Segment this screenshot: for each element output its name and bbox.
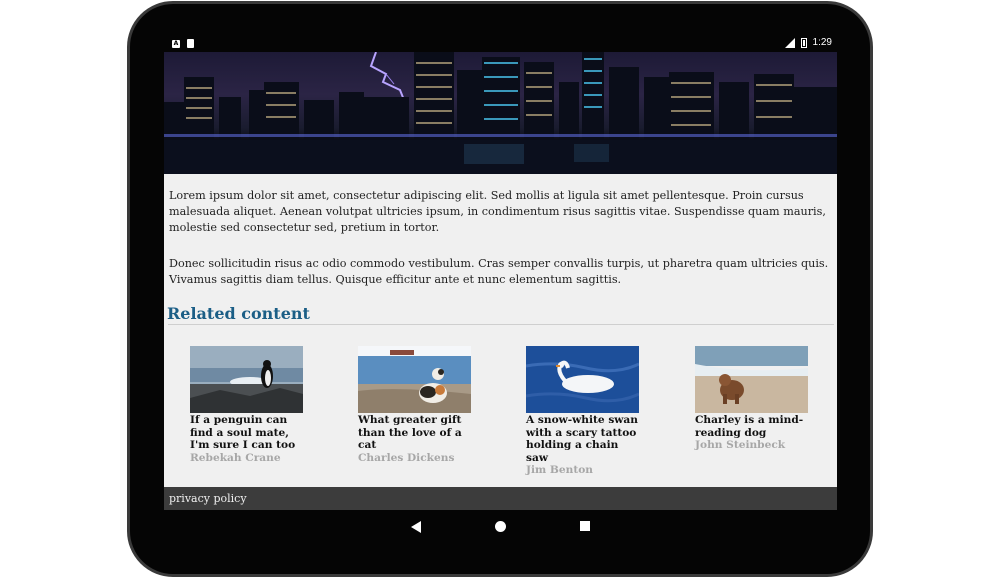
related-card-penguin[interactable]: If a penguin can find a soul mate, I'm s… bbox=[190, 346, 306, 464]
system-navigation-bar bbox=[164, 512, 837, 542]
related-divider bbox=[168, 324, 834, 325]
related-card-author: John Steinbeck bbox=[695, 439, 786, 452]
related-card-title[interactable]: A snow-white swan with a scary tattoo ho… bbox=[526, 414, 642, 464]
related-card-author: Rebekah Crane bbox=[190, 451, 281, 464]
related-card-title[interactable]: If a penguin can find a soul mate, I'm s… bbox=[190, 414, 306, 452]
sd-card-icon bbox=[187, 39, 194, 48]
related-card-author: Jim Benton bbox=[526, 464, 593, 477]
app-screen: Lorem ipsum dolor sit amet, consectetur … bbox=[164, 52, 837, 510]
recent-apps-icon[interactable] bbox=[580, 521, 590, 531]
penguin-thumbnail[interactable] bbox=[190, 346, 303, 413]
signal-icon bbox=[784, 37, 795, 48]
related-card-dog[interactable]: Charley is a mind-reading dog John Stein… bbox=[695, 346, 811, 452]
article-paragraph: Lorem ipsum dolor sit amet, consectetur … bbox=[169, 189, 826, 234]
article-paragraph: Donec sollicitudin risus ac odio commodo… bbox=[169, 257, 829, 286]
hero-skyline-image bbox=[164, 52, 837, 174]
a-notification-icon: A bbox=[172, 39, 180, 48]
swan-thumbnail[interactable] bbox=[526, 346, 639, 413]
back-icon[interactable] bbox=[411, 521, 421, 533]
related-content-heading: Related content bbox=[167, 304, 310, 323]
status-bar-left: A bbox=[172, 39, 194, 48]
related-card-swan[interactable]: A snow-white swan with a scary tattoo ho… bbox=[526, 346, 642, 477]
status-bar-right: 1:29 bbox=[784, 37, 832, 48]
home-icon[interactable] bbox=[495, 521, 506, 532]
related-card-cat[interactable]: What greater gift than the love of a cat… bbox=[358, 346, 474, 464]
dog-thumbnail[interactable] bbox=[695, 346, 808, 413]
cat-thumbnail[interactable] bbox=[358, 346, 471, 413]
footer-bar: privacy policy bbox=[164, 487, 837, 510]
related-card-title[interactable]: Charley is a mind-reading dog bbox=[695, 414, 811, 439]
battery-icon bbox=[800, 37, 807, 48]
status-time: 1:29 bbox=[812, 37, 832, 48]
related-card-title[interactable]: What greater gift than the love of a cat bbox=[358, 414, 474, 452]
privacy-policy-link[interactable]: privacy policy bbox=[169, 492, 247, 505]
related-card-author: Charles Dickens bbox=[358, 451, 455, 464]
article-body: Lorem ipsum dolor sit amet, consectetur … bbox=[164, 174, 837, 288]
